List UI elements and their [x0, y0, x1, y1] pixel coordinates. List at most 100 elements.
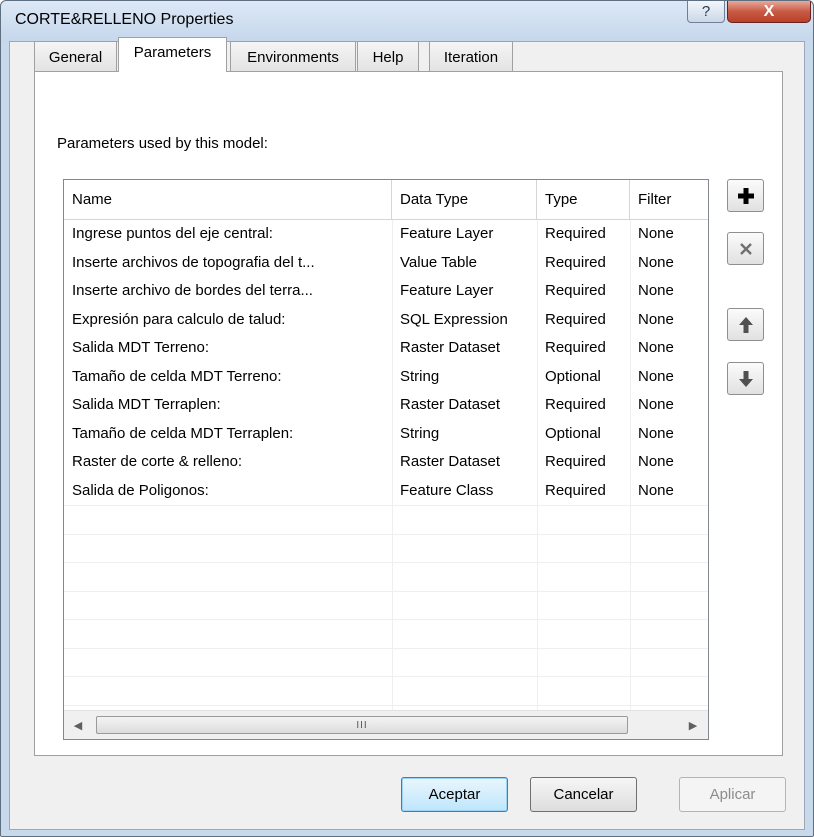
cell-filter: None [638, 481, 674, 499]
cell-filter: None [638, 453, 674, 470]
cell-type: Required [545, 310, 606, 328]
properties-dialog: CORTE&RELLENO Properties ? X General Par… [0, 0, 814, 837]
cancel-label: Cancelar [553, 786, 614, 803]
move-down-button[interactable] [727, 362, 764, 395]
row-gridline [64, 562, 708, 563]
scroll-grip: III [356, 719, 368, 731]
ok-label: Aceptar [428, 786, 481, 803]
cell-filter: None [638, 225, 674, 242]
cell-data-type: Feature Layer [400, 225, 494, 242]
table-row[interactable]: Tamaño de celda MDT Terreno: String Option… [64, 363, 708, 392]
tab-label: Parameters [133, 44, 212, 61]
column-divider [392, 220, 393, 710]
scroll-right-icon[interactable]: ▶ [683, 715, 703, 735]
row-gridline [64, 590, 708, 592]
cell-type: Optional [545, 367, 601, 385]
cell-name: Raster de corte & relleno: [72, 453, 243, 470]
list-header: Name Data Type Type Filter [64, 180, 708, 220]
cell-filter: None [638, 339, 674, 356]
table-row[interactable]: Salida de Poligonos: Feature Class Require… [64, 477, 708, 506]
cell-filter: None [638, 253, 674, 271]
column-divider [630, 220, 631, 710]
help-icon: ? [701, 3, 711, 20]
move-up-button[interactable] [727, 308, 764, 341]
row-gridline [64, 533, 708, 535]
column-header-filter[interactable]: Filter [630, 180, 708, 220]
cell-data-type: String [400, 367, 440, 385]
window-title: CORTE&RELLENO Properties [15, 11, 234, 28]
close-button[interactable]: X [727, 1, 811, 23]
cell-type: Required [545, 253, 606, 271]
column-header-type[interactable]: Type [537, 180, 630, 220]
ok-button[interactable]: Aceptar [401, 777, 508, 812]
scroll-left-icon[interactable]: ◀ [68, 715, 88, 735]
cell-name: Salida MDT Terreno: [72, 339, 210, 356]
cell-type: Required [545, 396, 606, 413]
cell-data-type: SQL Expression [400, 310, 508, 328]
cell-type: Required [545, 225, 606, 242]
table-row[interactable]: Salida MDT Terraplen: Raster Dataset Requi… [64, 391, 708, 420]
tab-help[interactable]: Help [357, 41, 419, 71]
cell-data-type: Feature Class [400, 481, 494, 499]
row-gridline [64, 619, 708, 620]
help-button[interactable]: ? [687, 1, 725, 23]
list-body: Ingrese puntos del eje central: Feature L… [64, 220, 708, 710]
cell-type: Required [545, 282, 606, 299]
plus-icon [737, 187, 754, 204]
cell-name: Inserte archivos de topografia del t... [72, 253, 315, 271]
horizontal-scrollbar[interactable]: ◀ III ▶ [64, 710, 708, 739]
close-icon: X [763, 2, 775, 20]
cell-name: Inserte archivo de bordes del terra... [72, 282, 313, 299]
cell-name: Salida MDT Terraplen: [72, 396, 221, 413]
tab-iteration[interactable]: Iteration [429, 41, 513, 71]
cell-data-type: Feature Layer [400, 282, 494, 299]
table-row[interactable]: Ingrese puntos del eje central: Feature L… [64, 220, 708, 249]
table-row[interactable]: Tamaño de celda MDT Terraplen: String Opti… [64, 420, 708, 449]
table-row[interactable]: Inserte archivos de topografia del t... V… [64, 249, 708, 278]
arrow-down-icon [738, 370, 753, 387]
row-gridline [64, 704, 708, 706]
row-gridline [64, 505, 708, 506]
cell-filter: None [638, 367, 674, 385]
cell-name: Expresión para calculo de talud: [72, 310, 286, 328]
tab-environments[interactable]: Environments [230, 41, 356, 71]
tab-general[interactable]: General [34, 41, 117, 71]
table-row[interactable]: Salida MDT Terreno: Raster Dataset Require… [64, 334, 708, 363]
tab-parameters[interactable]: Parameters [118, 37, 227, 72]
add-parameter-button[interactable] [727, 179, 764, 212]
cell-name: Tamaño de celda MDT Terraplen: [72, 424, 294, 442]
table-row[interactable]: Inserte archivo de bordes del terra... Fe… [64, 277, 708, 306]
cell-type: Required [545, 453, 606, 470]
cell-filter: None [638, 310, 674, 328]
row-gridline [64, 676, 708, 677]
column-divider [537, 220, 538, 710]
cell-data-type: Raster Dataset [400, 339, 501, 356]
parameters-list[interactable]: Name Data Type Type Filter Ingrese punto… [63, 179, 709, 740]
column-header-data-type[interactable]: Data Type [392, 180, 537, 220]
parameters-tab-page: Parameters used by this model: Name Data… [34, 71, 783, 756]
cell-type: Required [545, 339, 606, 356]
tab-label: Iteration [443, 49, 499, 66]
cell-name: Ingrese puntos del eje central: [72, 225, 273, 242]
tab-label: Environments [247, 49, 339, 66]
section-label: Parameters used by this model: [57, 135, 268, 152]
apply-label: Aplicar [709, 786, 756, 803]
tab-label: Help [372, 49, 404, 66]
cell-data-type: String [400, 424, 440, 442]
table-row[interactable]: Expresión para calculo de talud: SQL Expr… [64, 306, 708, 335]
cancel-button[interactable]: Cancelar [530, 777, 637, 812]
cell-type: Required [545, 481, 606, 499]
table-row[interactable]: Raster de corte & relleno: Raster Dataset… [64, 448, 708, 477]
scroll-thumb[interactable]: III [96, 716, 628, 734]
cell-data-type: Value Table [400, 253, 478, 271]
tab-label: General [48, 49, 103, 66]
remove-parameter-button[interactable] [727, 232, 764, 265]
cell-filter: None [638, 282, 674, 299]
cell-name: Salida de Poligonos: [72, 481, 209, 499]
apply-button[interactable]: Aplicar [679, 777, 786, 812]
cell-data-type: Raster Dataset [400, 396, 501, 413]
title-bar: CORTE&RELLENO Properties ? X [1, 1, 813, 41]
cell-name: Tamaño de celda MDT Terreno: [72, 367, 282, 385]
column-header-name[interactable]: Name [64, 180, 392, 220]
x-icon [739, 242, 752, 255]
